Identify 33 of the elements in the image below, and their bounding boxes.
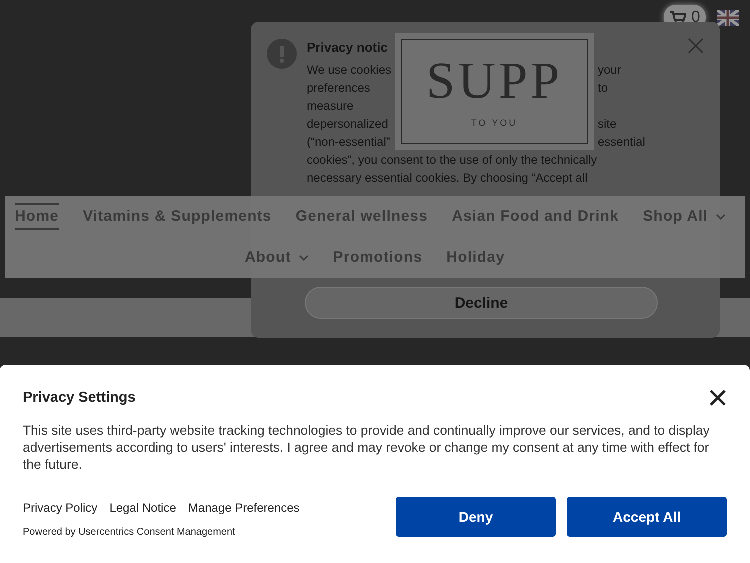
notice-text: preferences bbox=[307, 80, 370, 97]
notice-text: We use cookies bbox=[307, 62, 392, 79]
notice-text: (“non-essential” bbox=[307, 134, 390, 151]
notice-text: essential bbox=[598, 134, 646, 151]
notice-text: to bbox=[598, 80, 608, 97]
powered-by-text: Powered by Usercentrics Consent Management bbox=[23, 527, 236, 538]
deny-button[interactable]: Deny bbox=[396, 497, 556, 537]
logo[interactable]: SUPP TO YOU bbox=[395, 33, 594, 150]
close-icon[interactable] bbox=[709, 389, 727, 407]
footer-link[interactable]: Legal Notice bbox=[110, 501, 176, 515]
notice-text: cookies”, you consent to the use of only the technically bbox=[307, 152, 598, 169]
nav-link[interactable]: Home bbox=[15, 203, 60, 230]
notice-text: necessary essential cookies. By choosing “Accept all bbox=[307, 170, 588, 187]
footer-link[interactable]: Privacy Policy bbox=[23, 501, 98, 515]
alert-icon bbox=[267, 39, 297, 69]
notice-text: your bbox=[598, 62, 622, 79]
accept-all-button[interactable]: Accept All bbox=[567, 497, 727, 537]
nav-link[interactable]: Vitamins & Supplements bbox=[83, 203, 272, 230]
banner-title: Privacy Settings bbox=[23, 390, 136, 406]
decline-button[interactable]: Decline bbox=[305, 287, 658, 319]
nav-link[interactable]: Promotions bbox=[333, 244, 423, 271]
nav-link[interactable]: General wellness bbox=[296, 203, 428, 230]
nav-link[interactable]: About bbox=[244, 244, 310, 271]
nav-link[interactable]: Shop All bbox=[643, 203, 726, 230]
notice-text: measure bbox=[307, 98, 354, 115]
nav-link[interactable]: Asian Food and Drink bbox=[452, 203, 620, 230]
notice-text: site bbox=[598, 116, 617, 133]
banner-text: This site uses third-party website tracking technologies to provide and continually improve our services, and to display advertisements according to users' interests. I agree and may revoke or change my consent at any time with effect for the future. bbox=[23, 422, 711, 473]
nav-link[interactable]: Holiday bbox=[446, 244, 506, 271]
flag-icon[interactable] bbox=[717, 10, 739, 26]
notice-text: depersonalized bbox=[307, 116, 388, 133]
footer-link[interactable]: Manage Preferences bbox=[188, 501, 300, 515]
dialog-title: Privacy notic bbox=[307, 40, 388, 55]
